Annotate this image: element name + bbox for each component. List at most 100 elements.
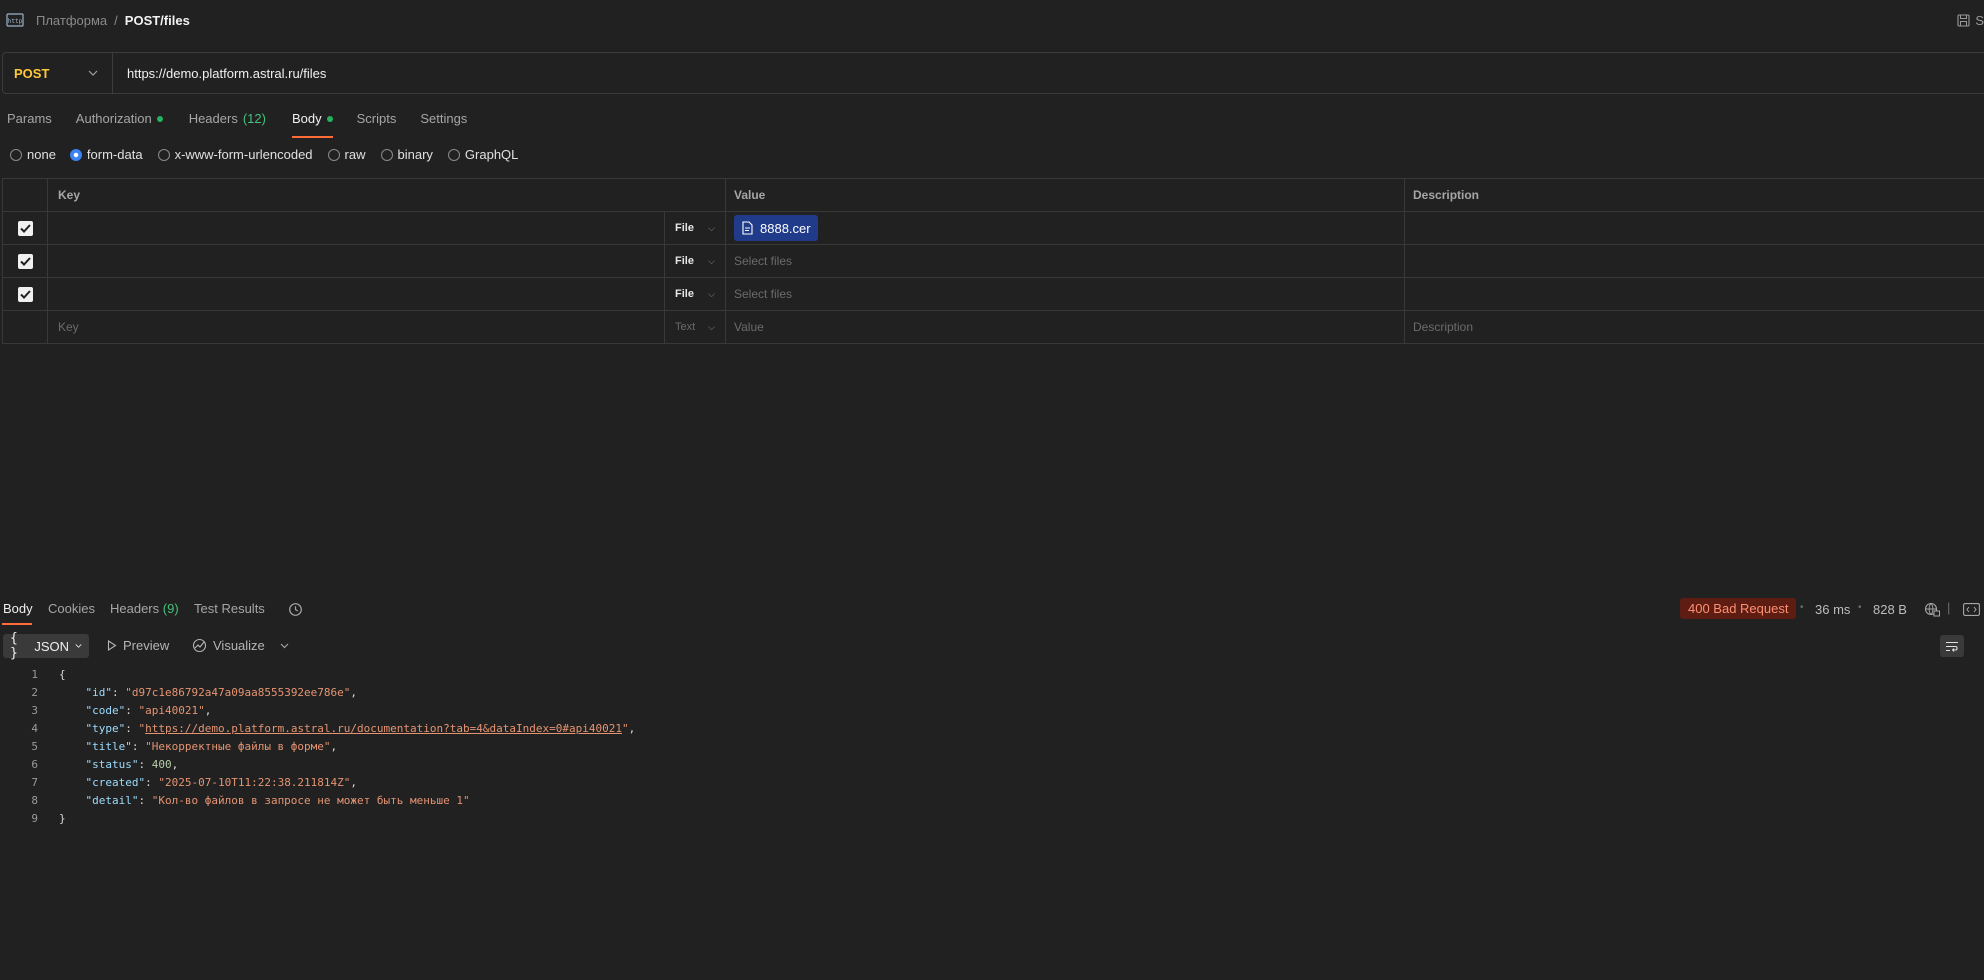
tab-headers-label: Headers xyxy=(188,111,238,126)
tab-settings-label: Settings xyxy=(420,111,468,126)
new-key-input[interactable]: Key xyxy=(48,311,665,343)
code-line: 7 "created": "2025-07-10T11:22:38.211814… xyxy=(0,773,1984,791)
line-number: 6 xyxy=(31,757,38,771)
url-input[interactable]: https://demo.platform.astral.ru/files xyxy=(113,66,326,81)
chevron-down-icon: ⌵ xyxy=(708,255,715,266)
response-tab-body[interactable]: Body xyxy=(3,601,33,616)
visualize-button[interactable]: Visualize xyxy=(192,638,265,653)
code-line: 9 } xyxy=(0,809,1984,827)
type-select[interactable]: File ⌵ xyxy=(665,245,726,277)
radio-none-label: none xyxy=(27,147,56,162)
response-tab-headers[interactable]: Headers (9) xyxy=(110,601,179,616)
response-tab-headers-count: (9) xyxy=(162,601,179,616)
key-input[interactable] xyxy=(48,278,665,310)
request-tabs: Params Authorization Headers (12) Body S… xyxy=(0,108,474,138)
code-line: 2 "id": "d97c1e86792a47a09aa8555392ee786… xyxy=(0,683,1984,701)
code-line: 4 "type": "https://demo.platform.astral.… xyxy=(0,719,1984,737)
body-type-selector: none form-data x-www-form-urlencoded raw… xyxy=(10,147,518,162)
tab-authorization[interactable]: Authorization xyxy=(69,108,170,138)
visualize-label: Visualize xyxy=(213,638,265,653)
active-tab-indicator xyxy=(2,623,32,625)
radio-selected-icon xyxy=(69,148,82,161)
description-input[interactable] xyxy=(1405,212,1984,244)
type-select[interactable]: Text ⌵ xyxy=(665,311,726,343)
header-value: Value xyxy=(726,179,1405,211)
svg-text:http: http xyxy=(8,18,23,25)
radio-graphql-label: GraphQL xyxy=(464,147,519,162)
form-data-table: Key Value Description File ⌵ 8888.cer Fi… xyxy=(2,178,1984,344)
preview-label: Preview xyxy=(123,638,170,653)
json-link[interactable]: https://demo.platform.astral.ru/document… xyxy=(145,722,622,735)
response-tab-headers-label: Headers xyxy=(110,601,160,616)
response-size[interactable]: 828 B xyxy=(1873,602,1907,617)
response-code-icon[interactable] xyxy=(1963,603,1980,616)
response-tab-cookies[interactable]: Cookies xyxy=(48,601,95,616)
key-input[interactable] xyxy=(48,212,665,244)
table-header-row: Key Value Description xyxy=(2,179,1984,212)
radio-urlencoded-label: x-www-form-urlencoded xyxy=(174,147,313,162)
new-value-input[interactable]: Value xyxy=(726,311,1405,343)
file-chip[interactable]: 8888.cer xyxy=(734,215,818,241)
radio-icon xyxy=(447,148,460,161)
response-body[interactable]: 1 { 2 "id": "d97c1e86792a47a09aa8555392e… xyxy=(0,665,1984,827)
radio-urlencoded[interactable]: x-www-form-urlencoded xyxy=(157,147,313,162)
line-number: 1 xyxy=(31,667,38,681)
radio-binary[interactable]: binary xyxy=(380,147,433,162)
status-badge[interactable]: 400 Bad Request xyxy=(1680,598,1797,619)
json-key: "title" xyxy=(85,739,132,753)
format-select[interactable]: { } JSON xyxy=(3,631,89,661)
tab-params-label: Params xyxy=(7,111,52,126)
chevron-down-icon[interactable] xyxy=(280,643,289,649)
select-files-input[interactable]: Select files xyxy=(726,245,1405,277)
wrap-lines-button[interactable] xyxy=(1940,635,1964,657)
breadcrumb-current[interactable]: POST/files xyxy=(125,13,190,28)
tab-headers[interactable]: Headers (12) xyxy=(182,108,273,138)
table-row: File ⌵ Select files xyxy=(2,245,1984,278)
line-content: "title": "Некорректные файлы в форме", xyxy=(85,739,338,753)
tab-body[interactable]: Body xyxy=(285,108,340,138)
description-input[interactable] xyxy=(1405,278,1984,310)
response-time[interactable]: 36 ms xyxy=(1815,602,1850,617)
response-tab-test-results[interactable]: Test Results xyxy=(194,601,265,616)
tab-settings[interactable]: Settings xyxy=(413,108,474,138)
radio-none[interactable]: none xyxy=(10,147,56,162)
line-number: 2 xyxy=(31,685,38,699)
row-checkbox[interactable] xyxy=(17,286,33,302)
header-key: Key xyxy=(48,179,726,211)
radio-icon xyxy=(157,148,170,161)
key-input[interactable] xyxy=(48,245,665,277)
wrap-lines-icon xyxy=(1946,641,1958,652)
description-input[interactable] xyxy=(1405,245,1984,277)
radio-form-data[interactable]: form-data xyxy=(69,147,143,162)
save-icon xyxy=(1957,14,1970,27)
line-number: 4 xyxy=(31,721,38,735)
network-globe-icon[interactable] xyxy=(1924,602,1940,617)
type-select[interactable]: File ⌵ xyxy=(665,278,726,310)
line-content: "type": "https://demo.platform.astral.ru… xyxy=(85,721,636,735)
row-check-cell xyxy=(2,311,48,343)
play-icon xyxy=(107,640,117,651)
brace: } xyxy=(59,811,66,825)
type-select[interactable]: File ⌵ xyxy=(665,212,726,244)
chevron-down-icon xyxy=(75,644,82,648)
header-check-cell xyxy=(2,179,48,211)
tab-scripts[interactable]: Scripts xyxy=(350,108,404,138)
save-button[interactable]: S xyxy=(1957,13,1984,28)
radio-raw[interactable]: raw xyxy=(327,147,366,162)
row-checkbox[interactable] xyxy=(17,253,33,269)
radio-graphql[interactable]: GraphQL xyxy=(447,147,519,162)
separator-dot: • xyxy=(1858,602,1862,613)
table-new-row: Key Text ⌵ Value Description xyxy=(2,311,1984,344)
divider: | xyxy=(1947,600,1951,615)
row-checkbox[interactable] xyxy=(17,220,33,236)
select-files-input[interactable]: Select files xyxy=(726,278,1405,310)
new-description-input[interactable]: Description xyxy=(1405,311,1984,343)
method-select[interactable]: POST xyxy=(3,53,113,93)
tab-params[interactable]: Params xyxy=(0,108,59,138)
format-label: JSON xyxy=(34,638,69,654)
history-icon[interactable] xyxy=(288,602,303,617)
breadcrumb-parent[interactable]: Платформа xyxy=(36,13,107,28)
preview-button[interactable]: Preview xyxy=(107,638,169,653)
value-cell: 8888.cer xyxy=(726,212,1405,244)
chevron-down-icon: ⌵ xyxy=(708,288,715,299)
